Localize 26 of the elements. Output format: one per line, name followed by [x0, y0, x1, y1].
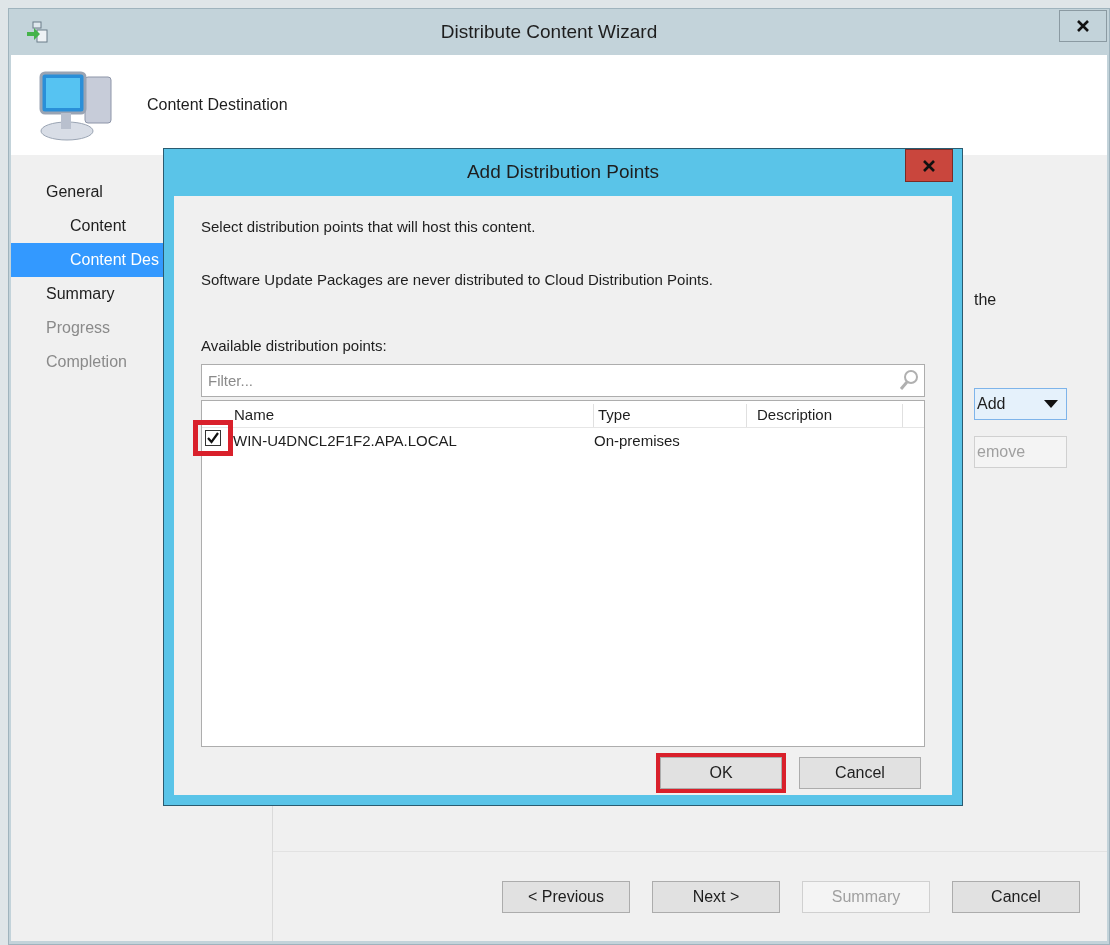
dialog-button[interactable]: OK: [660, 756, 782, 789]
dialog-button[interactable]: Cancel: [799, 756, 921, 789]
column-header[interactable]: Description: [747, 403, 903, 427]
intro-text: Select distribution points that will host this content.: [201, 217, 537, 237]
table-cell-text: On-premises: [594, 431, 680, 452]
add-dropdown-button[interactable]: Add: [974, 388, 1067, 420]
dialog-button[interactable]: Next >: [652, 880, 780, 913]
dialog-button[interactable]: Cancel: [952, 880, 1080, 913]
filter-field[interactable]: Filter...: [201, 363, 925, 397]
list-label: Available distribution points:: [201, 336, 388, 356]
dialog-button[interactable]: < Previous: [502, 880, 630, 913]
close-button[interactable]: [1059, 10, 1107, 42]
checkbox[interactable]: [205, 429, 221, 446]
caret-icon: [1044, 400, 1058, 408]
wizard-arrow-icon: [25, 20, 49, 44]
dialog-title: Add Distribution Points: [466, 160, 660, 185]
column-header[interactable]: Type: [594, 403, 747, 427]
instruction-text: the: [974, 290, 998, 310]
table-cell-text: WIN-U4DNCL2F1F2.APA.LOCAL: [233, 431, 458, 452]
page-heading: Content Destination: [147, 95, 288, 115]
search-icon: [899, 368, 919, 391]
close-icon: [923, 159, 935, 172]
close-icon: [1077, 20, 1089, 32]
check-icon: [207, 431, 219, 444]
column-header[interactable]: Name: [202, 403, 594, 427]
window-title: Distribute Content Wizard: [440, 19, 658, 44]
